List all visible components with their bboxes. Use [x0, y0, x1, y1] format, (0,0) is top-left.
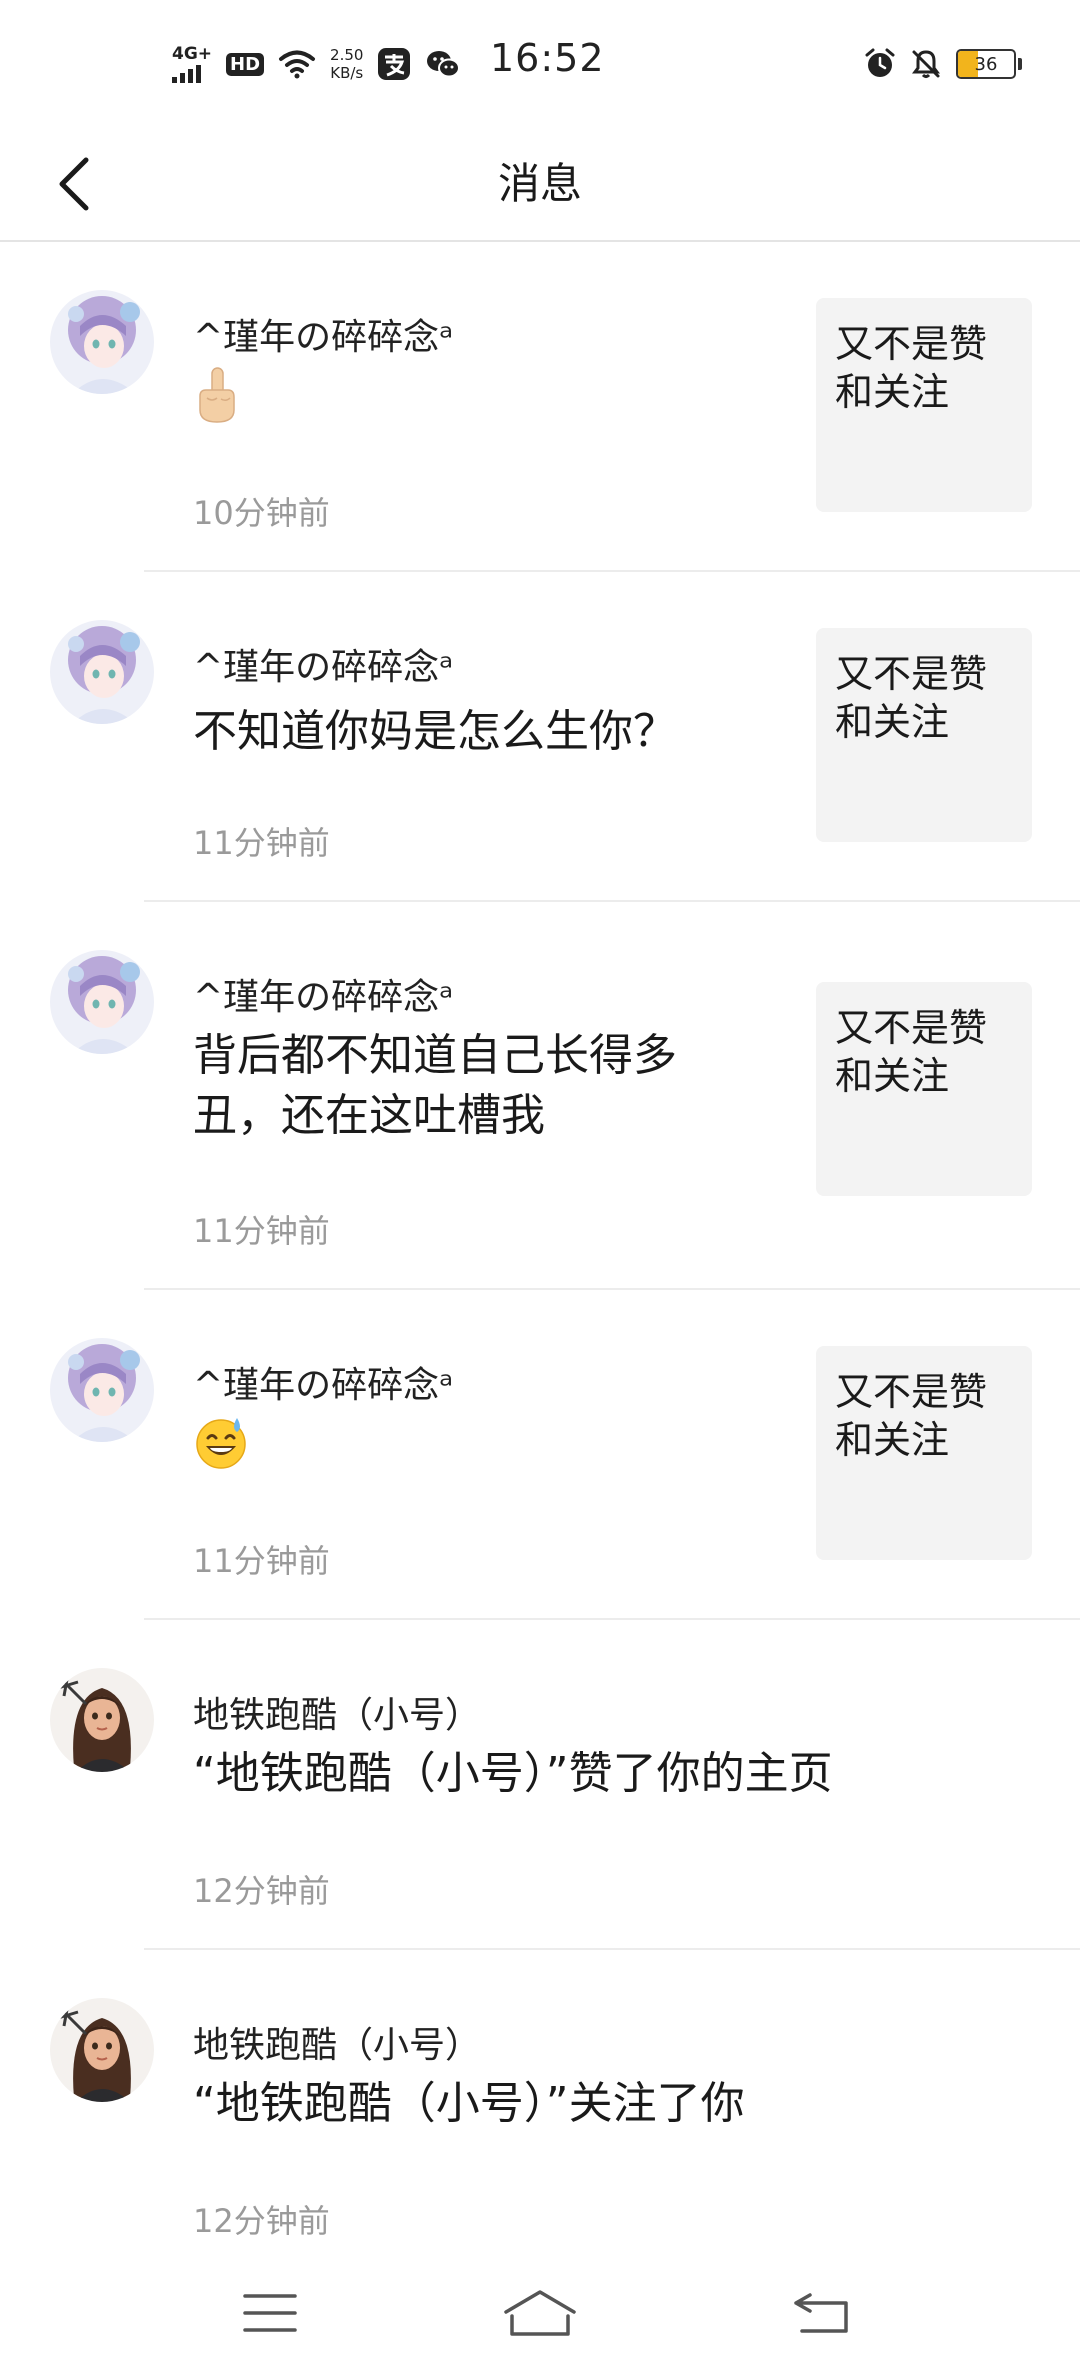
battery-level: 36: [974, 53, 998, 75]
message-content: “地铁跑酷（小号）”赞了你的主页: [193, 1748, 833, 1799]
user-name[interactable]: 地铁跑酷（小号）: [193, 1686, 481, 1738]
anime-girl-lavender-avatar: [50, 620, 154, 724]
message-list: ^瑾年の碎碎念ᵃ 10分钟前 又不是赞和关注 ^瑾年の碎碎念ᵃ 不知道你妈是怎么…: [0, 242, 1080, 2280]
menu-button[interactable]: [228, 2278, 312, 2348]
status-bar-right: 36: [864, 40, 1022, 88]
back-icon: [794, 2293, 848, 2333]
anime-girl-lavender-avatar: [50, 950, 154, 1054]
referenced-post[interactable]: 又不是赞和关注: [816, 298, 1032, 512]
message-content: 背后都不知道自己长得多丑，还在这吐槽我: [193, 1030, 677, 1141]
list-item[interactable]: 地铁跑酷（小号） “地铁跑酷（小号）”关注了你 12分钟前: [0, 1950, 1080, 2280]
message-time: 11分钟前: [193, 824, 330, 862]
user-name[interactable]: ^瑾年の碎碎念ᵃ: [193, 968, 453, 1020]
user-name[interactable]: ^瑾年の碎碎念ᵃ: [193, 308, 453, 360]
user-name[interactable]: ^瑾年の碎碎念ᵃ: [193, 638, 453, 690]
message-content: 不知道你妈是怎么生你？: [193, 706, 677, 757]
referenced-post[interactable]: 又不是赞和关注: [816, 982, 1032, 1196]
wechat-icon: [425, 48, 461, 80]
battery-cap: [1018, 58, 1022, 70]
avatar[interactable]: [50, 620, 154, 724]
avatar[interactable]: [50, 290, 154, 394]
anime-girl-lavender-avatar: [50, 1338, 154, 1442]
list-item[interactable]: ^瑾年の碎碎念ᵃ 11分钟前 又不是赞和关注: [0, 1290, 1080, 1620]
alarm-icon: [864, 48, 896, 80]
message-content: [193, 366, 753, 442]
battery-icon: 36: [956, 49, 1022, 79]
message-content: “地铁跑酷（小号）”关注了你: [193, 2078, 745, 2129]
network-speed-value: 2.50: [330, 46, 364, 64]
middle-finger-emoji: [199, 367, 235, 423]
anime-girl-lavender-avatar: [50, 290, 154, 394]
status-bar-left: 4G+ HD 2.50 KB/s: [172, 40, 461, 88]
alipay-icon: [377, 47, 411, 81]
list-item[interactable]: 地铁跑酷（小号） “地铁跑酷（小号）”赞了你的主页 12分钟前: [0, 1620, 1080, 1950]
status-bar: 4G+ HD 2.50 KB/s 16:52 36: [0, 0, 1080, 128]
message-time: 11分钟前: [193, 1542, 330, 1580]
referenced-post[interactable]: 又不是赞和关注: [816, 1346, 1032, 1560]
network-speed: 2.50 KB/s: [330, 46, 363, 82]
system-nav-bar: [0, 2250, 1080, 2376]
battery-body: 36: [956, 49, 1016, 79]
list-item[interactable]: ^瑾年の碎碎念ᵃ 10分钟前 又不是赞和关注: [0, 242, 1080, 572]
message-content: [193, 1414, 753, 1486]
avatar[interactable]: [50, 1668, 154, 1772]
hd-icon: HD: [226, 52, 265, 76]
network-type: 4G+: [172, 43, 213, 64]
home-icon: [504, 2290, 576, 2336]
signal-icon: 4G+: [172, 43, 213, 83]
message-time: 11分钟前: [193, 1212, 330, 1250]
wifi-icon: [278, 49, 316, 79]
message-time: 12分钟前: [193, 1872, 330, 1910]
list-item[interactable]: ^瑾年の碎碎念ᵃ 背后都不知道自己长得多丑，还在这吐槽我 11分钟前 又不是赞和…: [0, 902, 1080, 1290]
menu-icon: [243, 2294, 297, 2332]
archer-girl-avatar: [50, 1998, 154, 2102]
header: 消息: [0, 128, 1080, 242]
home-button[interactable]: [498, 2278, 582, 2348]
referenced-post[interactable]: 又不是赞和关注: [816, 628, 1032, 842]
avatar[interactable]: [50, 1338, 154, 1442]
page-title: 消息: [497, 159, 582, 208]
user-name[interactable]: 地铁跑酷（小号）: [193, 2016, 481, 2068]
sweat-smile-emoji: [196, 1418, 246, 1469]
avatar[interactable]: [50, 950, 154, 1054]
list-item[interactable]: ^瑾年の碎碎念ᵃ 不知道你妈是怎么生你？ 11分钟前 又不是赞和关注: [0, 572, 1080, 902]
avatar[interactable]: [50, 1998, 154, 2102]
back-nav-button[interactable]: [780, 2278, 864, 2348]
mute-icon: [910, 48, 942, 80]
user-name[interactable]: ^瑾年の碎碎念ᵃ: [193, 1356, 453, 1408]
message-time: 12分钟前: [193, 2202, 330, 2240]
status-time: 16:52: [490, 36, 605, 80]
archer-girl-avatar: [50, 1668, 154, 1772]
hd-label: HD: [226, 52, 265, 76]
network-speed-unit: KB/s: [330, 64, 364, 82]
message-time: 10分钟前: [193, 494, 330, 532]
